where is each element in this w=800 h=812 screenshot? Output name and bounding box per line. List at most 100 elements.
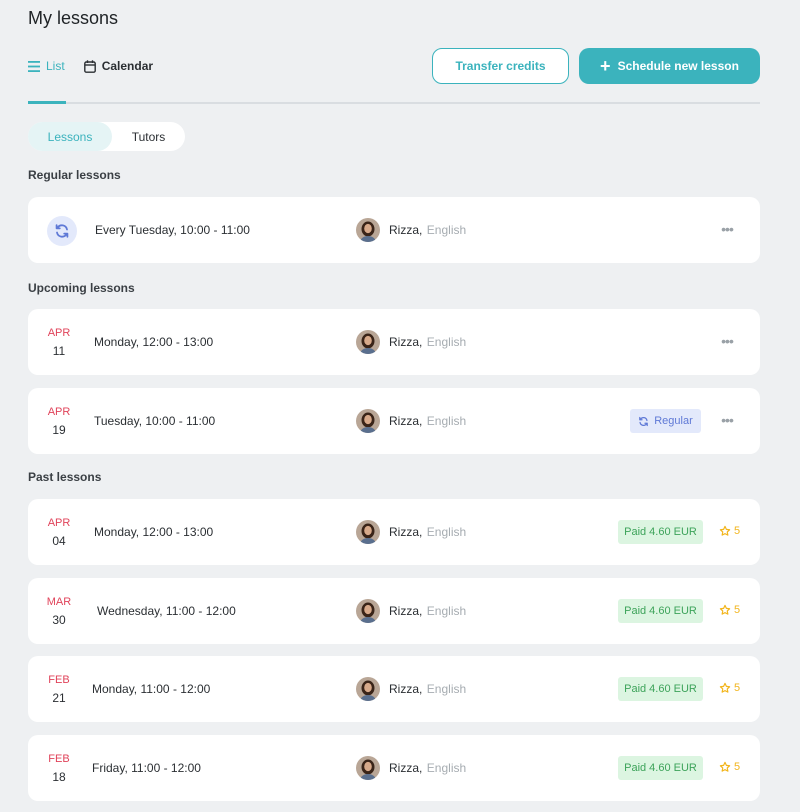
- schedule-new-lesson-button[interactable]: + Schedule new lesson: [579, 48, 760, 84]
- regular-badge-label: Regular: [654, 415, 693, 427]
- lesson-date: APR 19: [40, 406, 78, 438]
- lesson-month: APR: [47, 327, 71, 339]
- section-title-past: Past lessons: [28, 470, 102, 484]
- lesson-month: FEB: [48, 674, 70, 686]
- lesson-rating[interactable]: 5: [719, 604, 740, 616]
- regular-badge: Regular: [630, 409, 701, 433]
- lessons-tutors-toggle: Lessons Tutors: [28, 122, 185, 151]
- lesson-month: MAR: [46, 596, 72, 608]
- lesson-time: Tuesday, 10:00 - 11:00: [94, 414, 216, 428]
- lesson-rating[interactable]: 5: [719, 682, 740, 694]
- lesson-date: MAR 30: [40, 596, 78, 628]
- recurring-icon: [47, 216, 77, 246]
- tutor-subject: English: [426, 414, 467, 428]
- more-options-icon[interactable]: •••: [719, 333, 735, 349]
- tutor-info[interactable]: Rizza, English: [356, 677, 466, 701]
- tab-calendar[interactable]: Calendar: [83, 59, 154, 73]
- section-title-regular: Regular lessons: [28, 168, 121, 182]
- tutor-subject: English: [426, 761, 467, 775]
- rating-value: 5: [734, 525, 741, 537]
- lesson-day: 21: [52, 691, 66, 705]
- avatar: [356, 599, 380, 623]
- section-title-upcoming: Upcoming lessons: [28, 281, 135, 295]
- rating-value: 5: [734, 604, 741, 616]
- lesson-card[interactable]: FEB 18 Friday, 11:00 - 12:00 Rizza, English…: [28, 735, 760, 801]
- lesson-rating[interactable]: 5: [719, 525, 740, 537]
- segment-lessons-label: Lessons: [47, 129, 93, 144]
- calendar-icon: [83, 59, 96, 73]
- tab-list[interactable]: List: [28, 59, 65, 73]
- tutor-name: Rizza,: [389, 682, 423, 696]
- lesson-card[interactable]: MAR 30 Wednesday, 11:00 - 12:00 Rizza, Engl…: [28, 578, 760, 644]
- active-tab-indicator: [28, 101, 66, 104]
- tutor-subject: English: [426, 682, 467, 696]
- page-title: My lessons: [28, 8, 119, 28]
- payment-badge: Paid 4.60 EUR: [618, 677, 703, 701]
- lesson-month: FEB: [48, 753, 70, 765]
- lesson-time: Monday, 11:00 - 12:00: [92, 682, 211, 696]
- tutor-name: Rizza,: [389, 335, 423, 349]
- rating-value: 5: [734, 682, 741, 694]
- lesson-month: APR: [47, 406, 71, 418]
- lesson-card[interactable]: APR 19 Tuesday, 10:00 - 11:00 Rizza, Englis…: [28, 388, 760, 454]
- tutor-name: Rizza,: [389, 761, 423, 775]
- star-icon: [719, 604, 731, 615]
- tutor-name: Rizza,: [389, 414, 423, 428]
- tutor-subject: English: [426, 223, 467, 237]
- tab-list-label: List: [46, 59, 65, 73]
- lesson-date: APR 04: [40, 517, 78, 549]
- lesson-date: FEB 21: [40, 674, 78, 706]
- tutor-name: Rizza,: [389, 604, 423, 618]
- payment-badge: Paid 4.60 EUR: [618, 599, 703, 623]
- view-tabs: List Calendar: [28, 57, 153, 75]
- payment-badge: Paid 4.60 EUR: [618, 520, 703, 544]
- tutor-info[interactable]: Rizza, English: [356, 520, 466, 544]
- tutor-subject: English: [426, 604, 467, 618]
- tab-calendar-label: Calendar: [101, 59, 154, 73]
- rating-value: 5: [734, 761, 741, 773]
- transfer-credits-label: Transfer credits: [455, 59, 546, 73]
- tutor-info[interactable]: Rizza, English: [356, 756, 466, 780]
- plus-icon: +: [600, 56, 611, 76]
- lesson-card[interactable]: Every Tuesday, 10:00 - 11:00 Rizza, Engli…: [28, 197, 760, 263]
- lesson-time: Friday, 11:00 - 12:00: [92, 761, 201, 775]
- lesson-date: APR 11: [40, 327, 78, 359]
- tutor-subject: English: [426, 525, 467, 539]
- lesson-day: 19: [52, 423, 66, 437]
- avatar: [356, 677, 380, 701]
- segment-lessons[interactable]: Lessons: [28, 122, 112, 151]
- tutor-info[interactable]: Rizza, English: [356, 330, 466, 354]
- lesson-day: 04: [52, 534, 66, 548]
- lesson-date: FEB 18: [40, 753, 78, 785]
- lesson-rating[interactable]: 5: [719, 761, 740, 773]
- star-icon: [719, 761, 731, 772]
- tutor-name: Rizza,: [389, 525, 423, 539]
- star-icon: [719, 525, 731, 536]
- tutor-info[interactable]: Rizza, English: [356, 409, 466, 433]
- payment-badge: Paid 4.60 EUR: [618, 756, 703, 780]
- lesson-time: Monday, 12:00 - 13:00: [94, 335, 214, 349]
- lesson-card[interactable]: APR 04 Monday, 12:00 - 13:00 Rizza, English…: [28, 499, 760, 565]
- tutor-info[interactable]: Rizza, English: [356, 599, 466, 623]
- avatar: [356, 330, 380, 354]
- lesson-time: Every Tuesday, 10:00 - 11:00: [95, 223, 250, 237]
- star-icon: [719, 682, 731, 693]
- segment-tutors[interactable]: Tutors: [112, 122, 185, 151]
- lesson-day: 18: [52, 770, 66, 784]
- lesson-card[interactable]: FEB 21 Monday, 11:00 - 12:00 Rizza, English…: [28, 656, 760, 722]
- avatar: [356, 756, 380, 780]
- lesson-month: APR: [47, 517, 71, 529]
- segment-tutors-label: Tutors: [131, 129, 166, 144]
- transfer-credits-button[interactable]: Transfer credits: [432, 48, 569, 84]
- lesson-time: Wednesday, 11:00 - 12:00: [97, 604, 236, 618]
- tutor-info[interactable]: Rizza, English: [356, 218, 466, 242]
- lesson-card[interactable]: APR 11 Monday, 12:00 - 13:00 Rizza, English…: [28, 309, 760, 375]
- tutor-subject: English: [426, 335, 467, 349]
- tutor-name: Rizza,: [389, 223, 423, 237]
- lesson-time: Monday, 12:00 - 13:00: [94, 525, 214, 539]
- more-options-icon[interactable]: •••: [719, 221, 735, 237]
- more-options-icon[interactable]: •••: [719, 412, 735, 428]
- recurring-icon: [639, 416, 649, 426]
- schedule-new-lesson-label: Schedule new lesson: [617, 59, 739, 73]
- lesson-day: 30: [52, 613, 66, 627]
